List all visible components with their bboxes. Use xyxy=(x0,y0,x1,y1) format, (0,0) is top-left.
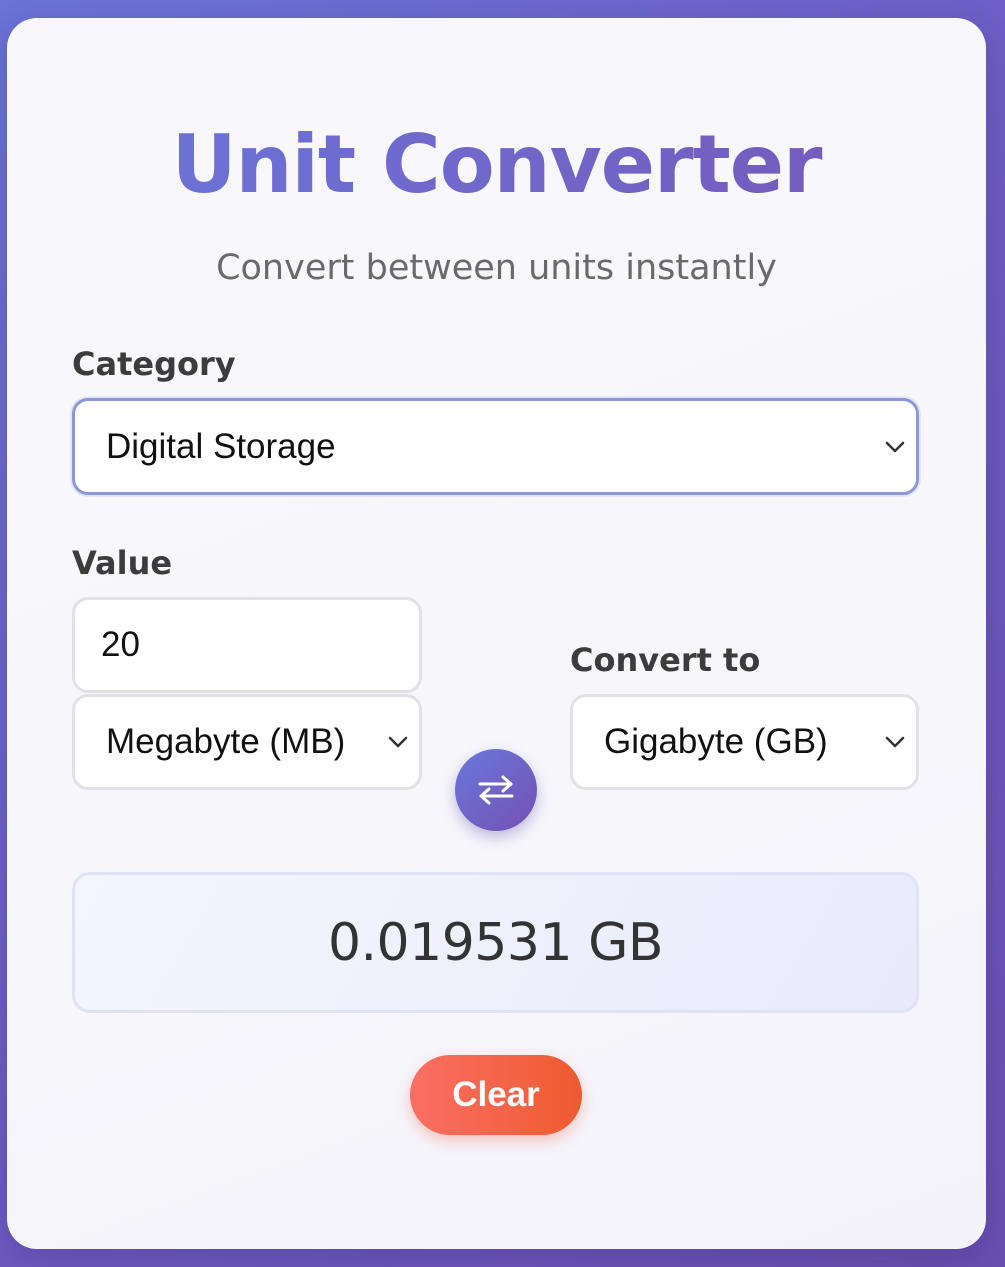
to-unit-value: Gigabyte (GB) xyxy=(604,722,828,761)
convert-to-label: Convert to xyxy=(570,641,761,679)
category-select-value: Digital Storage xyxy=(106,426,336,466)
clear-button[interactable]: Clear xyxy=(410,1055,582,1135)
to-unit-select[interactable]: Gigabyte (GB) xyxy=(570,694,919,790)
converter-card: Unit Converter Convert between units ins… xyxy=(7,18,986,1249)
page-title: Unit Converter xyxy=(7,115,986,215)
value-input-text: 20 xyxy=(101,625,140,664)
value-label: Value xyxy=(72,544,173,582)
category-label: Category xyxy=(72,345,236,383)
result-value: 0.019531 GB xyxy=(327,912,664,973)
chevron-down-icon xyxy=(885,441,905,452)
swap-arrows-icon xyxy=(478,775,514,805)
from-unit-value: Megabyte (MB) xyxy=(106,722,346,761)
page-subtitle: Convert between units instantly xyxy=(216,248,777,288)
from-unit-select[interactable]: Megabyte (MB) xyxy=(72,694,422,790)
value-input[interactable]: 20 xyxy=(72,597,422,693)
chevron-down-icon xyxy=(885,736,905,748)
chevron-down-icon xyxy=(388,736,408,748)
swap-button[interactable] xyxy=(455,749,537,831)
result-panel: 0.019531 GB xyxy=(72,872,919,1013)
category-select[interactable]: Digital Storage xyxy=(72,398,919,495)
